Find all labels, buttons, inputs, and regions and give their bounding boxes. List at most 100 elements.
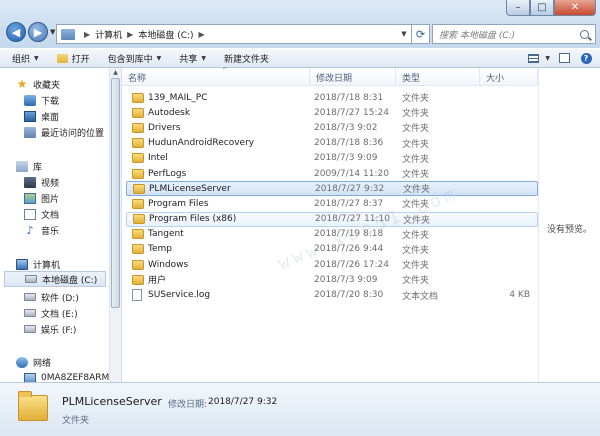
drive-icon [25, 275, 37, 283]
file-date: 2018/7/18 8:31 [314, 92, 384, 103]
sidebar-item-recent[interactable]: 最近访问的位置 [24, 124, 121, 140]
folder-icon [133, 183, 145, 194]
minimize-button[interactable]: – [506, 0, 530, 16]
chevron-down-icon[interactable]: ▼ [545, 55, 550, 62]
forward-button[interactable]: ▶ [28, 22, 48, 42]
file-row[interactable]: SUService.log 2018/7/20 8:30 文本文档 4 KB [126, 287, 538, 302]
details-modified-value: 2018/7/27 9:32 [208, 397, 278, 407]
column-header-date[interactable]: 修改日期 [310, 68, 396, 86]
sidebar-item-favorites[interactable]: ★ 收藏夹 [16, 76, 121, 92]
breadcrumb-separator-icon[interactable]: ▶ [199, 30, 205, 39]
sidebar-item-label: 娱乐 (F:) [41, 325, 77, 336]
file-name: Tangent [148, 229, 184, 240]
sidebar-item-documents[interactable]: 文档 [24, 206, 121, 222]
file-name: Windows [148, 259, 189, 270]
sidebar-item-label: 本地磁盘 (C:) [42, 275, 98, 286]
file-row[interactable]: HudunAndroidRecovery 2018/7/18 8:36 文件夹 [126, 136, 538, 151]
preview-pane-button[interactable] [556, 51, 572, 65]
sidebar-item-drive-e[interactable]: 文档 (E:) [24, 305, 121, 321]
sidebar-item-drive-d[interactable]: 软件 (D:) [24, 289, 121, 305]
recent-places-icon [24, 126, 36, 138]
file-row-selected[interactable]: PLMLicenseServer 2018/7/27 9:32 文件夹 [126, 181, 538, 197]
file-row[interactable]: Windows 2018/7/26 17:24 文件夹 [126, 257, 538, 272]
breadcrumb-separator-icon[interactable]: ▶ [127, 30, 133, 39]
desktop-icon [24, 110, 36, 122]
sidebar-item-network[interactable]: 网络 [16, 354, 121, 370]
share-button[interactable]: 共享 ▼ [179, 52, 206, 65]
folder-icon [132, 274, 144, 285]
folder-icon [132, 168, 144, 179]
file-type: 文件夹 [402, 109, 430, 120]
scrollbar-thumb[interactable] [111, 78, 120, 308]
sidebar-item-network-pc[interactable]: 0MA8ZEF8ARM [24, 370, 121, 382]
file-row[interactable]: Autodesk 2018/7/27 15:24 文件夹 [126, 105, 538, 120]
sidebar-item-drive-f[interactable]: 娱乐 (F:) [24, 321, 121, 337]
open-button[interactable]: 打开 [56, 52, 90, 65]
sort-caret-icon: ^ [222, 67, 228, 74]
folder-icon [132, 244, 144, 255]
window-chrome: – □ ✕ ◀ ▶ ▼ ▶ 计算机 ▶ 本地磁盘 (C:) ▶ ▼ ⟳ 搜索 本… [0, 0, 600, 48]
sidebar-item-label: 视频 [41, 178, 60, 189]
sidebar-item-libraries[interactable]: 库 [16, 158, 121, 174]
organize-label: 组织 [12, 54, 31, 65]
file-row[interactable]: 用户 2018/7/3 9:09 文件夹 [126, 272, 538, 287]
sidebar-item-desktop[interactable]: 桌面 [24, 108, 121, 124]
file-row-hover[interactable]: Program Files (x86) 2018/7/27 11:10 文件夹 [126, 211, 538, 227]
sidebar-item-videos[interactable]: 视频 [24, 174, 121, 190]
help-button[interactable]: ? [578, 51, 594, 65]
file-row[interactable]: 139_MAIL_PC 2018/7/18 8:31 文件夹 [126, 90, 538, 105]
column-header-name[interactable]: ^ 名称 [122, 67, 310, 86]
file-name: Program Files (x86) [149, 214, 237, 225]
navigation-pane-scrollbar[interactable]: ▲ [109, 68, 121, 382]
column-header-size[interactable]: 大小 [480, 68, 538, 86]
sidebar-item-drive-c[interactable]: 本地磁盘 (C:) [4, 271, 106, 287]
sidebar-item-label: 下载 [41, 96, 60, 107]
file-rows: 139_MAIL_PC 2018/7/18 8:31 文件夹 Autodesk 201… [122, 90, 538, 303]
address-history-dropdown[interactable]: ▼ [397, 25, 411, 43]
breadcrumb-computer[interactable]: 计算机 [95, 28, 122, 41]
file-row[interactable]: Program Files 2018/7/27 8:37 文件夹 [126, 196, 538, 211]
sidebar-item-label: 计算机 [33, 260, 61, 271]
column-header-type[interactable]: 类型 [396, 68, 480, 86]
close-button[interactable]: ✕ [554, 0, 596, 16]
search-box[interactable]: 搜索 本地磁盘 (C:) [432, 24, 596, 44]
sidebar-item-music[interactable]: ♪ 音乐 [24, 222, 121, 238]
drive-icon [24, 325, 36, 333]
folder-icon [132, 229, 144, 240]
refresh-button[interactable]: ⟳ [412, 24, 430, 44]
sidebar-item-label: 文档 [41, 210, 60, 221]
folder-icon [132, 153, 144, 164]
column-label: 类型 [402, 73, 421, 84]
sidebar-item-label: 0MA8ZEF8ARM [41, 373, 110, 382]
breadcrumb-separator-icon[interactable]: ▶ [84, 30, 90, 39]
file-row[interactable]: PerfLogs 2009/7/14 11:20 文件夹 [126, 166, 538, 181]
change-view-button[interactable] [525, 51, 541, 65]
open-folder-icon [56, 53, 68, 63]
search-input[interactable]: 搜索 本地磁盘 (C:) [439, 28, 580, 41]
file-date: 2009/7/14 11:20 [314, 168, 389, 179]
include-in-library-button[interactable]: 包含到库中 ▼ [108, 52, 162, 65]
organize-button[interactable]: 组织 ▼ [12, 52, 39, 65]
downloads-icon [24, 94, 36, 106]
address-bar[interactable]: ▶ 计算机 ▶ 本地磁盘 (C:) ▶ ▼ [56, 24, 412, 44]
new-folder-button[interactable]: 新建文件夹 [224, 52, 269, 65]
file-row[interactable]: Intel 2018/7/3 9:09 文件夹 [126, 151, 538, 166]
include-in-library-label: 包含到库中 [107, 54, 153, 65]
sidebar-item-downloads[interactable]: 下载 [24, 92, 121, 108]
breadcrumb-drive-c[interactable]: 本地磁盘 (C:) [138, 28, 193, 41]
search-icon[interactable] [580, 29, 589, 39]
maximize-button[interactable]: □ [530, 0, 554, 16]
sidebar-item-pictures[interactable]: 图片 [24, 190, 121, 206]
sidebar-item-computer[interactable]: 计算机 [16, 256, 121, 272]
back-button[interactable]: ◀ [6, 22, 26, 42]
help-icon: ? [580, 52, 592, 64]
file-row[interactable]: Drivers 2018/7/3 9:02 文件夹 [126, 120, 538, 135]
file-date: 2018/7/3 9:02 [314, 122, 378, 133]
recent-pages-dropdown[interactable]: ▼ [50, 28, 55, 36]
file-type: 文件夹 [402, 245, 430, 256]
file-name: Program Files [148, 198, 209, 209]
scroll-up-icon[interactable]: ▲ [110, 69, 121, 76]
documents-icon [24, 208, 36, 220]
column-label: 名称 [128, 73, 147, 84]
music-icon: ♪ [26, 223, 34, 237]
